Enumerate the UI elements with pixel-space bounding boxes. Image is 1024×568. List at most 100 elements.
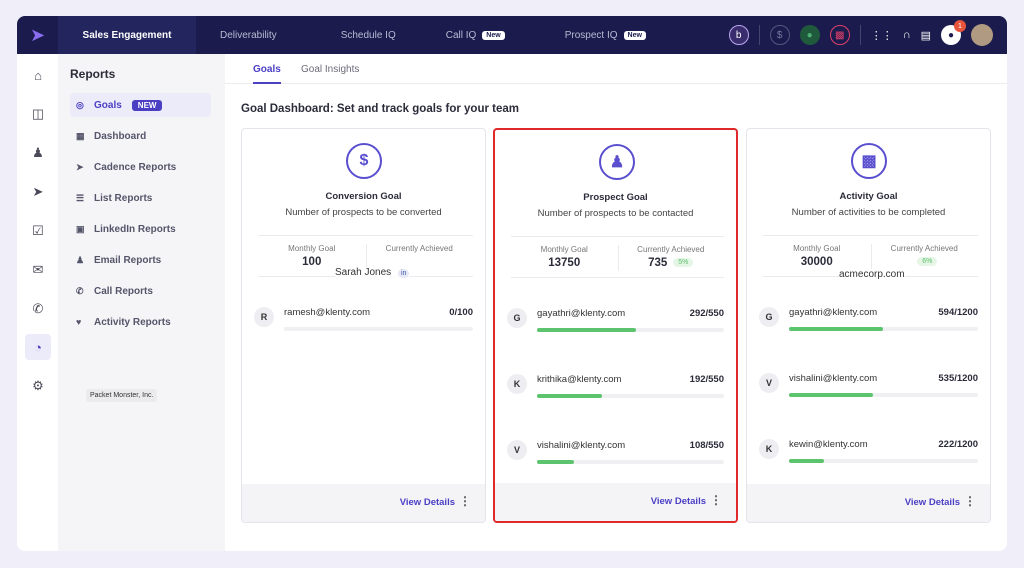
b-icon[interactable]: b — [728, 25, 749, 45]
sidebar-item-list-reports[interactable]: ☰ List Reports — [70, 186, 211, 210]
tab-prospect-iq[interactable]: Prospect IQ New — [565, 16, 646, 54]
home-icon[interactable]: ⌂ — [25, 62, 51, 88]
progress-fill — [537, 394, 603, 398]
bell-icon[interactable]: ● 1 — [941, 20, 966, 45]
more-options-icon[interactable]: ⋮ — [459, 494, 471, 508]
progress-bar — [789, 459, 978, 463]
tab-call-iq[interactable]: Call IQ New — [446, 16, 505, 54]
view-details-link[interactable]: View Details — [400, 497, 455, 508]
linkedin-icon: ▣ — [76, 223, 85, 234]
book-icon[interactable]: ▤ — [921, 29, 931, 42]
achieved-label: Currently Achieved — [637, 245, 705, 254]
org-name: Packet Monster, Inc. — [86, 389, 158, 402]
item-label: Cadence Reports — [94, 161, 177, 173]
view-details-link[interactable]: View Details — [651, 496, 706, 507]
reports-icon[interactable]: ◔ — [25, 334, 51, 360]
send-icon[interactable]: ➤ — [25, 179, 51, 205]
app-window: ➤ Sales Engagement Deliverability Schedu… — [17, 16, 1007, 551]
progress-bar — [284, 327, 473, 331]
tasks-icon[interactable]: ☑ — [25, 218, 51, 244]
user-progress-row: G gayathri@klenty.com 594/1200 — [759, 307, 978, 347]
icon-rail: ⌂ ◫ ♟ ➤ ☑ ✉ ✆ ◔ ⚙ — [17, 54, 58, 551]
sidebar-item-cadence-reports[interactable]: ➤ Cadence Reports — [70, 155, 211, 179]
avatar[interactable] — [971, 24, 993, 46]
tab-goals[interactable]: Goals — [253, 64, 281, 84]
dollar-icon[interactable]: $ — [769, 25, 790, 45]
user-email: kewin@klenty.com — [789, 439, 868, 450]
list-icon: ☰ — [76, 192, 85, 203]
main-content: Goals Goal Insights Goal Dashboard: Set … — [225, 54, 1007, 551]
user-email: gayathri@klenty.com — [537, 308, 626, 319]
dashboard-icon: ▦ — [76, 130, 85, 141]
sidebar-title: Reports — [70, 67, 116, 81]
card-footer: View Details ⋮ — [747, 484, 990, 522]
item-label: Email Reports — [94, 254, 162, 266]
progress-fill — [537, 328, 637, 332]
user-avatar: G — [507, 308, 527, 328]
new-badge: New — [482, 30, 505, 40]
user-progress-row: V vishalini@klenty.com 535/1200 — [759, 373, 978, 413]
goal-tabs: Goals Goal Insights — [225, 54, 1007, 84]
item-label: Activity Reports — [94, 316, 171, 328]
more-options-icon[interactable]: ⋮ — [964, 494, 976, 508]
progress-count: 535/1200 — [938, 373, 978, 384]
item-label: Dashboard — [94, 130, 147, 142]
goal-stats: Monthly Goal 13750 Currently Achieved 735 5… — [511, 236, 724, 278]
progress-fill — [537, 460, 574, 464]
sidebar-item-goals[interactable]: ◎ Goals NEW — [70, 93, 211, 117]
contacts-icon[interactable]: ♟ — [25, 140, 51, 166]
send-icon: ➤ — [76, 161, 84, 172]
sidebar-item-call-reports[interactable]: ✆ Call Reports — [70, 279, 211, 303]
progress-fill — [789, 459, 824, 463]
monthly-goal-label: Monthly Goal — [288, 244, 336, 253]
activity-goal-card: ▩ Activity Goal Number of activities to … — [746, 128, 991, 523]
headset-icon[interactable]: ∩ — [903, 29, 911, 41]
tab-deliverability[interactable]: Deliverability — [220, 16, 277, 54]
item-label: Goals — [94, 99, 122, 111]
progress-bar — [537, 394, 724, 398]
logo-icon[interactable]: ➤ — [17, 16, 58, 54]
view-details-link[interactable]: View Details — [905, 497, 960, 508]
achieved-label: Currently Achieved — [890, 244, 958, 253]
name-text: Sarah Jones — [335, 267, 392, 278]
divider — [859, 25, 861, 45]
chart-icon[interactable]: ▩ — [829, 25, 850, 45]
monthly-goal-label: Monthly Goal — [540, 245, 588, 254]
user-avatar: G — [759, 307, 779, 327]
user-icon[interactable]: ● — [799, 25, 820, 45]
monthly-goal-label: Monthly Goal — [793, 244, 841, 253]
dialpad-icon[interactable]: ⋮⋮ — [871, 29, 893, 42]
sidebar-item-email-reports[interactable]: ♟ Email Reports — [70, 248, 211, 272]
sidebar-item-linkedin-reports[interactable]: ▣ LinkedIn Reports — [70, 217, 211, 241]
card-footer: View Details ⋮ — [495, 483, 736, 521]
progress-count: 594/1200 — [938, 307, 978, 318]
sidebar-item-dashboard[interactable]: ▦ Dashboard — [70, 124, 211, 148]
page-title: Goal Dashboard: Set and track goals for … — [241, 103, 519, 115]
tab-sales-engagement[interactable]: Sales Engagement — [58, 16, 196, 54]
group-icon: ♟ — [76, 254, 85, 265]
card-subtitle: Number of prospects to be converted — [285, 207, 442, 218]
user-avatar: K — [759, 439, 779, 459]
target-icon: ◎ — [76, 99, 84, 110]
card-title: Conversion Goal — [325, 191, 402, 202]
achieved-label: Currently Achieved — [385, 244, 453, 253]
mail-icon[interactable]: ✉ — [25, 257, 51, 283]
monthly-goal-value: 13750 — [548, 257, 581, 269]
inbox-icon[interactable]: ◫ — [25, 101, 51, 127]
item-label: List Reports — [94, 192, 153, 204]
bar-chart-icon: ▩ — [851, 143, 887, 179]
sidebar-item-activity-reports[interactable]: ♥ Activity Reports — [70, 310, 211, 334]
name-overlay: Sarah Jones in — [335, 267, 410, 278]
card-title: Prospect Goal — [583, 192, 648, 203]
tab-goal-insights[interactable]: Goal Insights — [301, 64, 359, 75]
person-icon: ♟ — [599, 144, 635, 180]
tab-schedule-iq[interactable]: Schedule IQ — [341, 16, 396, 54]
domain-overlay: acmecorp.com — [839, 269, 905, 280]
user-progress-row: V vishalini@klenty.com 108/550 — [507, 440, 724, 480]
more-options-icon[interactable]: ⋮ — [710, 493, 722, 507]
tab-label: Schedule IQ — [340, 29, 396, 41]
settings-icon[interactable]: ⚙ — [25, 373, 51, 399]
phone-icon[interactable]: ✆ — [25, 296, 51, 322]
user-email: gayathri@klenty.com — [789, 307, 878, 318]
divider — [758, 25, 760, 45]
